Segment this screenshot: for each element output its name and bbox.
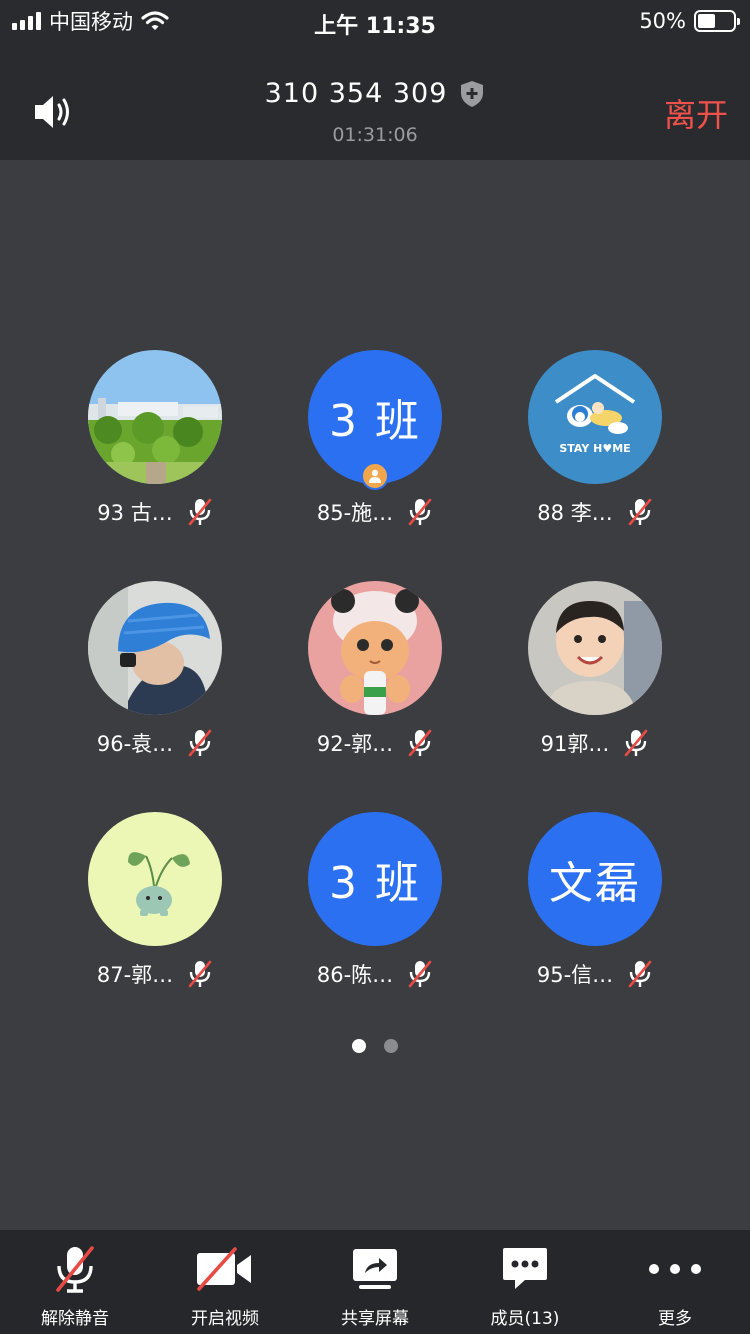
mic-off-icon xyxy=(188,498,212,526)
avatar xyxy=(88,581,222,715)
leave-button[interactable]: 离开 xyxy=(664,90,728,136)
page-dot-1[interactable] xyxy=(352,1039,366,1053)
participant-tile[interactable]: 87-郭… xyxy=(45,812,265,1012)
mic-off-icon xyxy=(408,729,432,757)
avatar: 3 班 xyxy=(308,812,442,946)
more-button[interactable]: 更多 xyxy=(600,1230,750,1334)
avatar xyxy=(88,350,222,484)
battery-icon xyxy=(694,10,740,32)
participant-label: 87-郭… xyxy=(45,958,265,990)
mic-off-icon xyxy=(628,960,652,988)
plant-creature-drawing xyxy=(88,812,222,946)
participant-name: 85-施… xyxy=(316,501,394,525)
participant-name: 86-陈… xyxy=(316,963,394,987)
participant-tile[interactable]: 93 古… xyxy=(45,350,265,550)
participant-tile[interactable]: 3 班 86-陈… xyxy=(265,812,485,1012)
start-video-button[interactable]: 开启视频 xyxy=(150,1230,300,1334)
participant-tile[interactable]: 96-袁… xyxy=(45,581,265,781)
participant-name: 88 李… xyxy=(537,501,613,525)
participant-name: 96-袁… xyxy=(96,732,174,756)
stay-home-illustration: STAY H♥ME xyxy=(528,350,662,484)
battery-group: 50% xyxy=(639,8,740,34)
participant-name: 93 古… xyxy=(97,501,173,525)
participant-name: 91郭… xyxy=(540,732,610,756)
mic-off-icon xyxy=(408,960,432,988)
page-indicator[interactable] xyxy=(0,1039,750,1053)
participant-label: 88 李… xyxy=(485,496,705,528)
shield-icon xyxy=(461,80,484,107)
page-dot-2[interactable] xyxy=(384,1039,398,1053)
participant-label: 93 古… xyxy=(45,496,265,528)
avatar: STAY H♥ME xyxy=(528,350,662,484)
participant-tile[interactable]: 文磊 95-信… xyxy=(485,812,705,1012)
more-label: 更多 xyxy=(658,1309,692,1329)
participant-tile[interactable]: 3 班 85-施… xyxy=(265,350,485,550)
campus-photo-image xyxy=(88,350,222,484)
meeting-header: 310 354 309 01:31:06 离开 xyxy=(0,44,750,160)
child-photo xyxy=(528,581,662,715)
mic-off-icon xyxy=(625,729,648,757)
chat-bubble-icon xyxy=(503,1248,547,1289)
participant-name: 95-信… xyxy=(536,963,614,987)
participant-label: 96-袁… xyxy=(45,727,265,759)
participant-label: 85-施… xyxy=(265,496,485,528)
status-time: 上午 11:35 xyxy=(314,14,436,39)
mic-off-icon xyxy=(628,498,652,526)
participant-tile[interactable]: 92-郭… xyxy=(265,581,485,781)
participant-tile[interactable]: 91郭… xyxy=(485,581,705,781)
blue-beanie-photo xyxy=(88,581,222,715)
participant-label: 86-陈… xyxy=(265,958,485,990)
unmute-button[interactable]: 解除静音 xyxy=(0,1230,150,1334)
meeting-id-row[interactable]: 310 354 309 xyxy=(0,78,750,109)
share-screen-button[interactable]: 共享屏幕 xyxy=(300,1230,450,1334)
video-off-icon xyxy=(197,1247,251,1291)
members-button[interactable]: 成员(13) xyxy=(450,1230,600,1334)
avatar xyxy=(88,812,222,946)
mic-off-icon xyxy=(188,729,212,757)
participant-label: 91郭… xyxy=(485,727,705,759)
bottom-toolbar: 解除静音 开启视频 共享屏幕 成员(13) 更多 xyxy=(0,1230,750,1334)
participant-tile[interactable]: STAY H♥ME 88 李… xyxy=(485,350,705,550)
avatar xyxy=(528,581,662,715)
mic-off-icon xyxy=(188,960,212,988)
participant-name: 92-郭… xyxy=(316,732,394,756)
avatar xyxy=(308,581,442,715)
battery-percent: 50% xyxy=(639,9,686,33)
start-video-label: 开启视频 xyxy=(191,1309,259,1329)
participant-label: 95-信… xyxy=(485,958,705,990)
more-dots-icon xyxy=(649,1264,701,1274)
mic-muted-icon xyxy=(56,1246,94,1293)
participant-label: 92-郭… xyxy=(265,727,485,759)
host-badge-icon xyxy=(361,462,389,490)
mic-off-icon xyxy=(408,498,432,526)
participant-name: 87-郭… xyxy=(96,963,174,987)
share-screen-label: 共享屏幕 xyxy=(341,1309,409,1329)
meeting-id: 310 354 309 xyxy=(264,78,448,109)
kitten-photo xyxy=(308,581,442,715)
unmute-label: 解除静音 xyxy=(41,1309,109,1329)
meeting-duration: 01:31:06 xyxy=(332,124,418,146)
avatar: 文磊 xyxy=(528,812,662,946)
share-screen-icon xyxy=(353,1249,397,1289)
status-bar: 中国移动 上午 11:35 50% xyxy=(0,0,750,44)
members-label: 成员(13) xyxy=(490,1309,560,1329)
stay-home-caption: STAY H♥ME xyxy=(559,442,630,455)
